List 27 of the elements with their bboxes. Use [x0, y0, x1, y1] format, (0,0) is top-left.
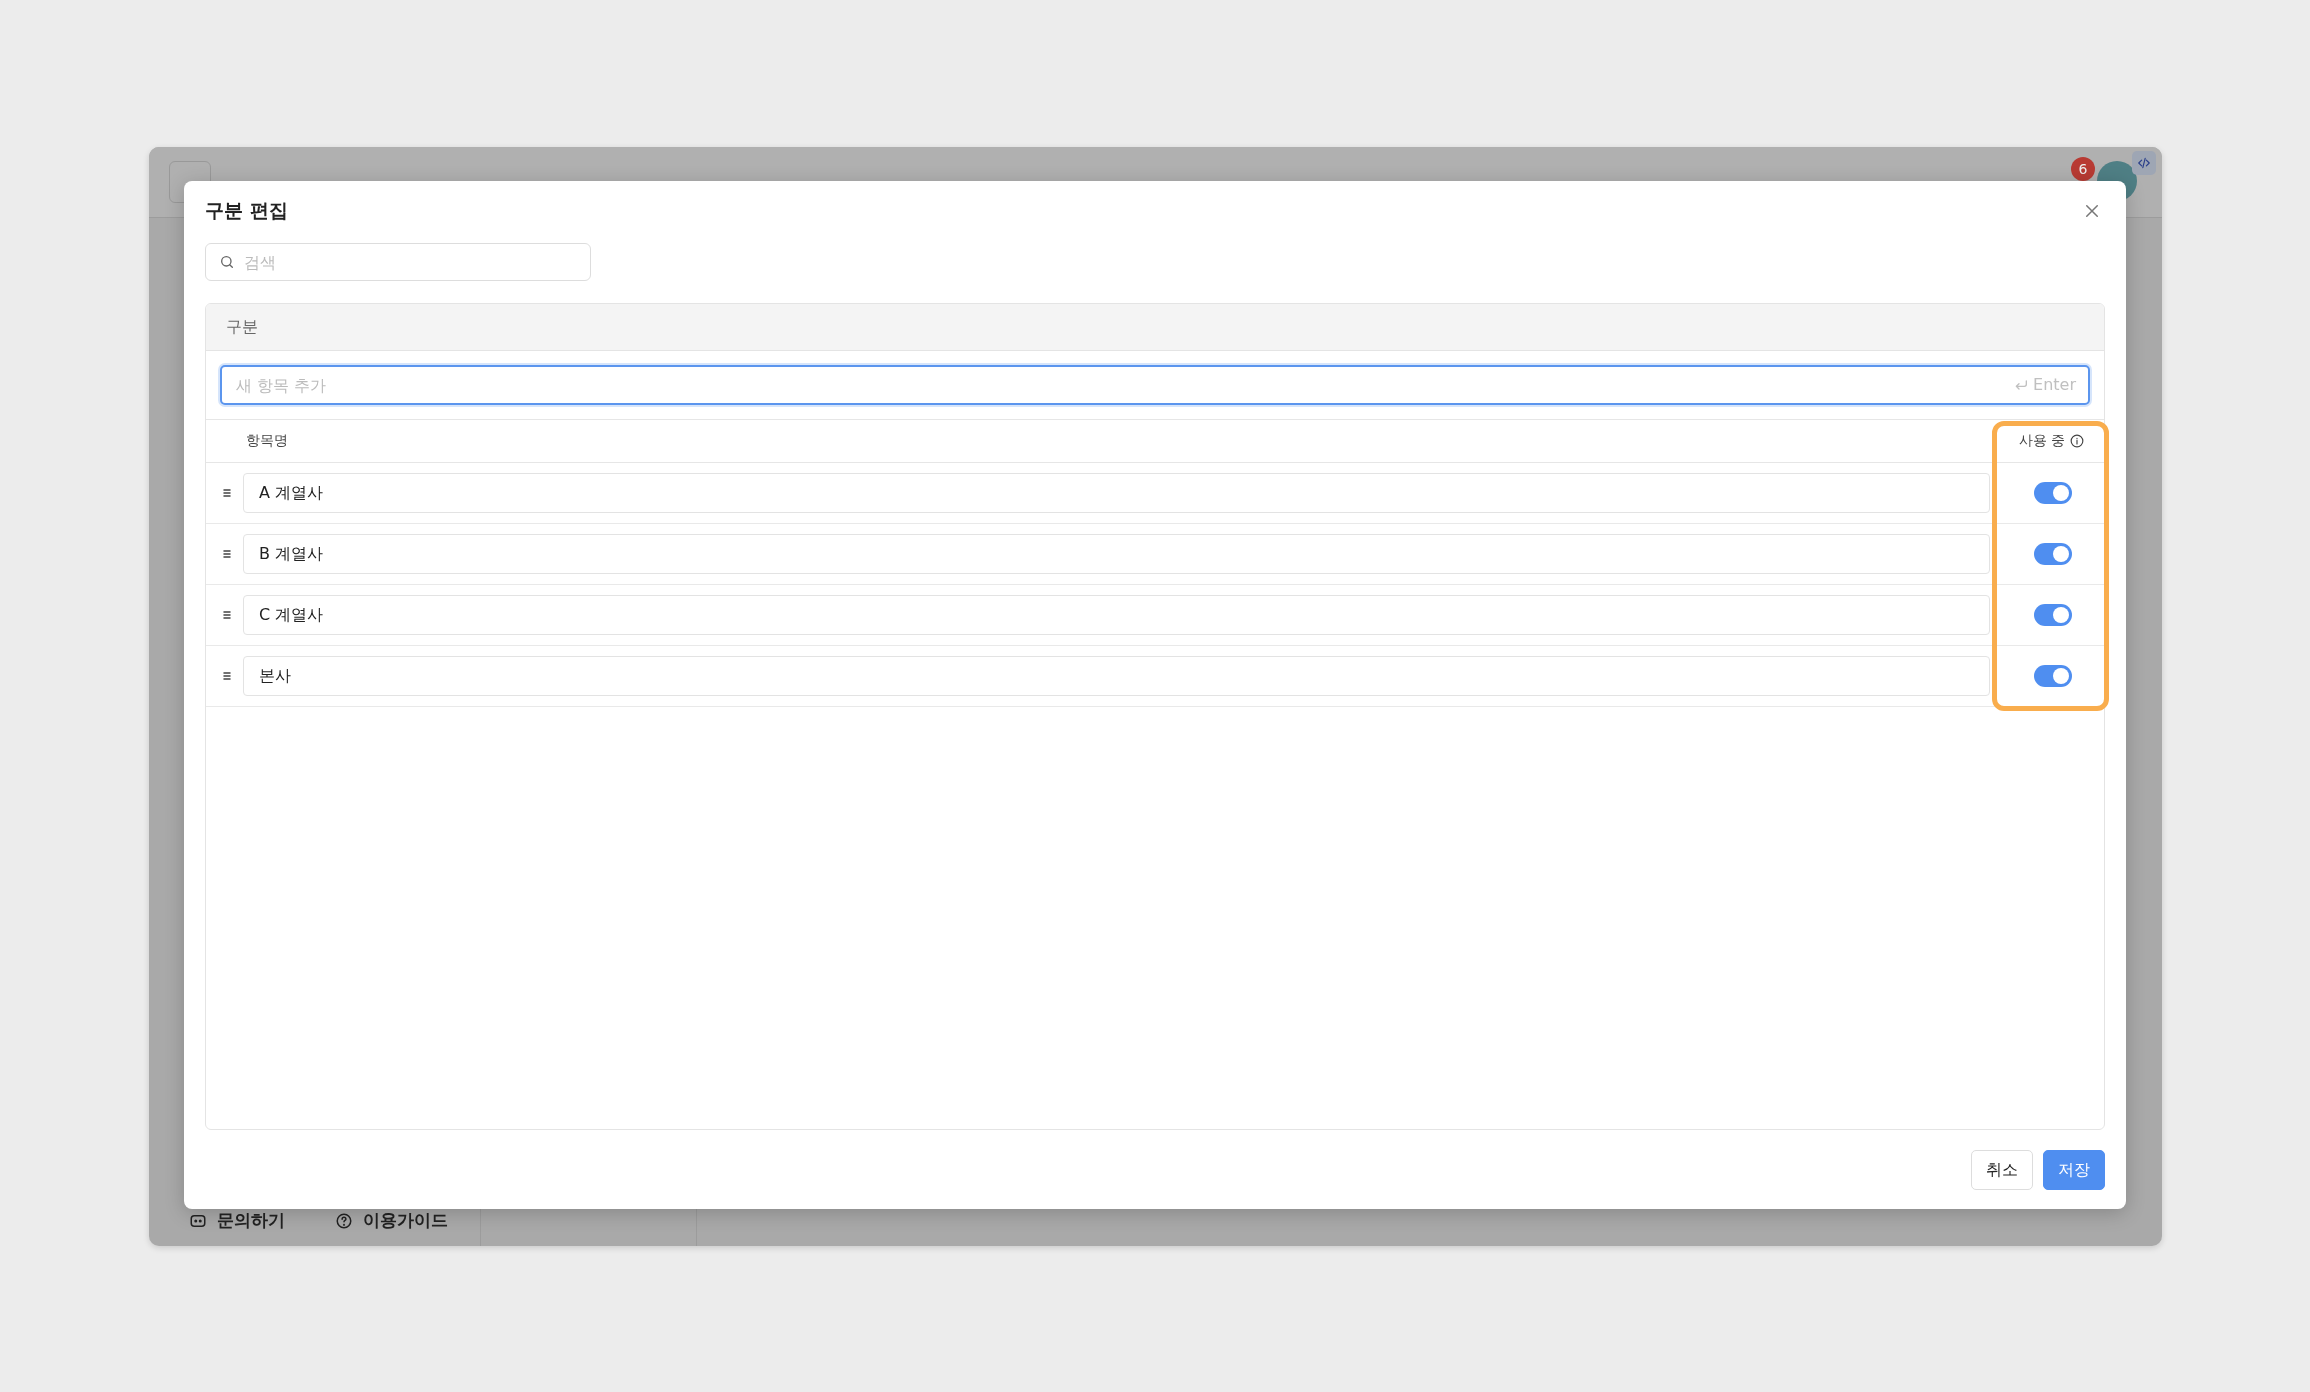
item-name: A 계열사	[259, 482, 324, 504]
search-field[interactable]: 검색	[205, 243, 591, 281]
panel-title: 구분	[226, 316, 258, 338]
footer-link[interactable]: 이용가이드	[335, 1209, 448, 1232]
column-header: 사용 중	[2018, 432, 2065, 450]
item-name: B 계열사	[259, 543, 324, 565]
footer-link[interactable]: 문의하기	[189, 1209, 285, 1232]
in-use-toggle[interactable]	[2034, 482, 2072, 504]
info-icon	[2070, 434, 2084, 448]
close-icon	[2083, 202, 2101, 220]
enter-hint: Enter	[2013, 375, 2076, 394]
cancel-button[interactable]: 취소	[1971, 1150, 2033, 1190]
item-name-field[interactable]: C 계열사	[243, 595, 1990, 635]
item-name-field[interactable]: A 계열사	[243, 473, 1990, 513]
item-name: C 계열사	[259, 604, 324, 626]
in-use-toggle[interactable]	[2034, 543, 2072, 565]
in-use-toggle[interactable]	[2034, 665, 2072, 687]
item-name-field[interactable]: B 계열사	[243, 534, 1990, 574]
code-icon	[2137, 156, 2151, 170]
item-name: 본사	[259, 665, 291, 687]
search-icon	[219, 254, 235, 270]
item-name-field[interactable]: 본사	[243, 656, 1990, 696]
column-header: 항목명	[246, 432, 288, 448]
in-use-toggle[interactable]	[2034, 604, 2072, 626]
dialog-title: 구분 편집	[205, 198, 288, 223]
help-icon	[335, 1211, 353, 1230]
code-button[interactable]	[2132, 151, 2156, 175]
